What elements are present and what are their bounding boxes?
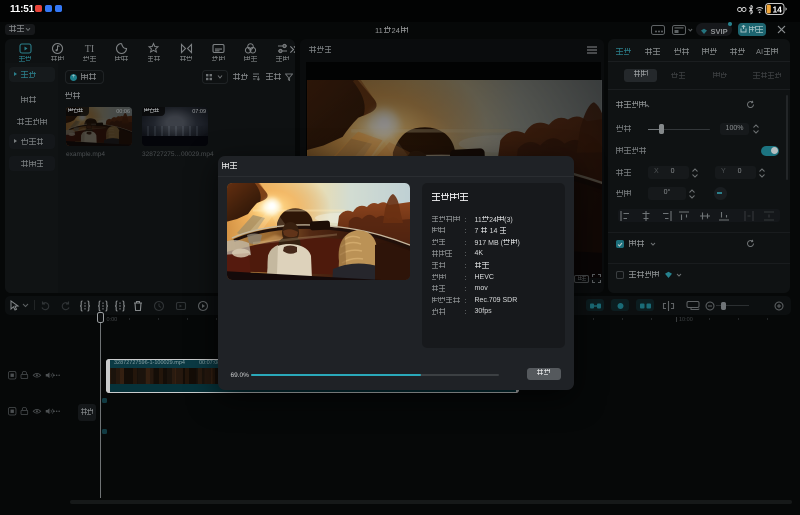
svg-text:14: 14 xyxy=(772,4,782,14)
